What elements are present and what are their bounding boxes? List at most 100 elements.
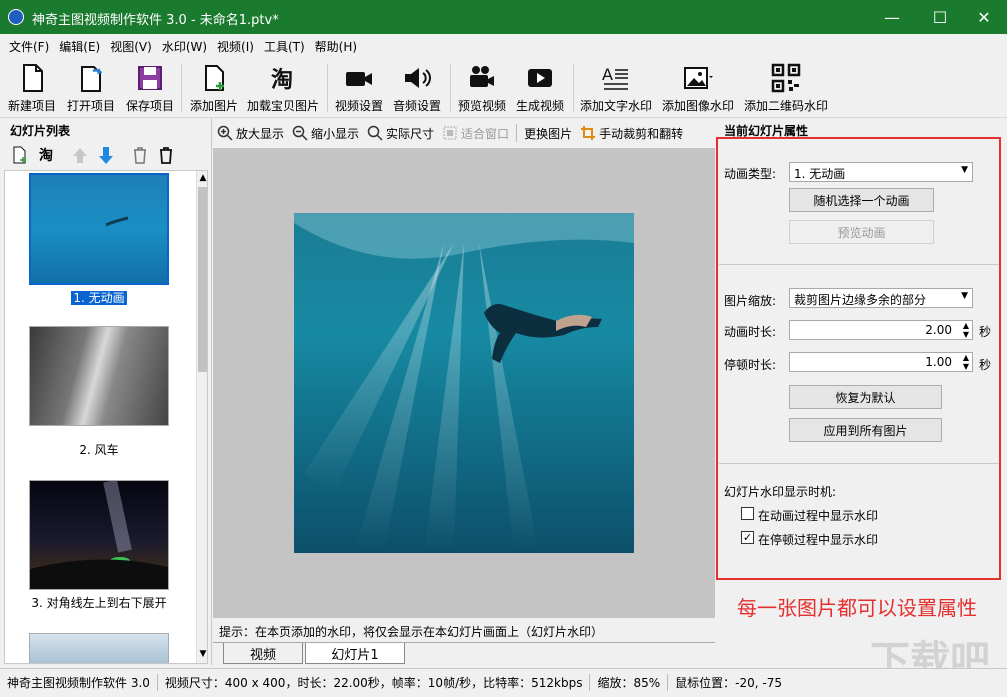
add-text-watermark-button[interactable]: A 添加文字水印: [580, 62, 652, 116]
preview-animation-button[interactable]: 预览动画: [789, 220, 934, 244]
status-bar: 神奇主图视频制作软件 3.0 视频尺寸：400 x 400，时长：22.00秒，…: [0, 668, 1007, 695]
add-slide-button[interactable]: [8, 144, 32, 166]
trash-all-icon: [160, 147, 172, 164]
taobao-add-button[interactable]: 淘: [34, 144, 58, 166]
menu-watermark[interactable]: 水印(W): [157, 38, 212, 55]
arrow-up-icon: [73, 148, 87, 163]
svg-text:淘: 淘: [271, 67, 293, 93]
watermark-timing-label: 幻灯片水印显示时机:: [724, 485, 837, 499]
window-title: 神奇主图视频制作软件 3.0 - 未命名1.ptv*: [32, 13, 279, 28]
scroll-thumb[interactable]: [198, 187, 207, 372]
delete-slide-button[interactable]: [128, 144, 152, 166]
reset-default-button[interactable]: 恢复为默认: [789, 385, 942, 409]
trash-icon: [134, 147, 146, 164]
show-during-pause-checkbox[interactable]: ✓: [741, 531, 754, 544]
random-animation-button[interactable]: 随机选择一个动画: [789, 188, 934, 212]
generate-video-button[interactable]: 生成视频: [516, 62, 564, 116]
toolbar-divider: [181, 64, 182, 112]
add-image-button[interactable]: 添加图片: [190, 62, 238, 116]
zoom-in-icon: [217, 125, 233, 141]
menu-file[interactable]: 文件(F): [4, 38, 54, 55]
slide-thumbnail-4[interactable]: [29, 633, 169, 663]
qr-code-icon: [771, 63, 801, 93]
new-file-icon: [23, 64, 43, 92]
tab-slide-1[interactable]: 幻灯片1: [305, 643, 405, 664]
toolbar-divider: [327, 64, 328, 112]
add-image-icon: [205, 65, 224, 91]
text-watermark-icon: A: [602, 65, 628, 90]
add-qr-watermark-button[interactable]: 添加二维码水印: [744, 62, 828, 116]
arrow-down-icon: [99, 147, 113, 164]
menu-tools[interactable]: 工具(T): [259, 38, 310, 55]
menu-video[interactable]: 视频(I): [212, 38, 259, 55]
preview-video-button[interactable]: 预览视频: [458, 62, 506, 116]
add-image-watermark-button[interactable]: 添加图像水印: [662, 62, 734, 116]
crop-icon: [581, 126, 596, 140]
apply-all-images-button[interactable]: 应用到所有图片: [789, 418, 942, 442]
chevron-down-icon: ▼: [961, 165, 968, 175]
slide-thumbnail-1[interactable]: [29, 173, 169, 285]
status-app-name: 神奇主图视频制作软件 3.0: [0, 673, 158, 691]
close-button[interactable]: ✕: [961, 0, 1007, 34]
delete-all-slides-button[interactable]: [154, 144, 178, 166]
image-scale-select[interactable]: 裁剪图片边缘多余的部分 ▼: [789, 288, 973, 308]
slide-list-scrollbar[interactable]: ▲ ▼: [196, 171, 207, 663]
load-taobao-images-button[interactable]: 淘 加载宝贝图片: [247, 62, 319, 116]
slide-caption-1: 1. 无动画: [71, 291, 127, 305]
slide-preview-image: [294, 213, 634, 553]
toolbar-divider: [516, 124, 518, 142]
section-divider: [719, 463, 999, 464]
menu-edit[interactable]: 编辑(E): [54, 38, 105, 55]
audio-settings-button[interactable]: 音频设置: [393, 62, 441, 116]
maximize-button[interactable]: ☐: [917, 0, 963, 34]
actual-size-button[interactable]: 实际尺寸: [363, 125, 438, 142]
animation-type-label: 动画类型:: [724, 167, 777, 181]
film-camera-icon: [470, 66, 494, 87]
preview-toolbar: 放大显示 缩小显示 实际尺寸 适合窗口 更换图片 手动裁剪和翻转: [213, 118, 715, 148]
toolbar-divider: [573, 64, 574, 112]
spinner-arrows-icon[interactable]: ▲ ▼: [963, 321, 969, 339]
add-file-icon: [13, 146, 26, 164]
fit-window-button[interactable]: 适合窗口: [438, 125, 513, 142]
open-file-icon: [81, 66, 103, 92]
chevron-down-icon: ▼: [961, 291, 968, 301]
zoom-out-button[interactable]: 缩小显示: [288, 125, 363, 142]
slide-thumbnail-2[interactable]: [29, 326, 169, 426]
new-project-button[interactable]: 新建项目: [8, 62, 56, 116]
video-settings-button[interactable]: 视频设置: [335, 62, 383, 116]
taobao-icon: 淘: [271, 67, 293, 93]
replace-image-button[interactable]: 更换图片: [520, 125, 576, 142]
move-up-button[interactable]: [68, 144, 92, 166]
toolbar-divider: [450, 64, 451, 112]
section-divider: [719, 264, 999, 265]
menu-view[interactable]: 视图(V): [105, 38, 157, 55]
pause-duration-input[interactable]: 1.00 ▲ ▼: [789, 352, 973, 372]
show-during-animation-checkbox[interactable]: [741, 507, 754, 520]
magnifier-icon: [367, 125, 383, 141]
zoom-in-button[interactable]: 放大显示: [213, 125, 288, 142]
zoom-out-icon: [292, 125, 308, 141]
move-down-button[interactable]: [94, 144, 118, 166]
animation-duration-input[interactable]: 2.00 ▲ ▼: [789, 320, 973, 340]
slide-list-panel: 幻灯片列表 淘 1. 无动画 2. 风车 3. 对角线左上到右下展开 ▲ ▼: [0, 118, 212, 665]
tab-video[interactable]: 视频: [223, 643, 303, 664]
slide-thumbnail-list[interactable]: 1. 无动画 2. 风车 3. 对角线左上到右下展开 ▲ ▼: [4, 170, 208, 664]
seconds-unit-label: 秒: [979, 358, 992, 372]
spinner-arrows-icon[interactable]: ▲ ▼: [963, 353, 969, 371]
slide-thumbnail-3[interactable]: [29, 479, 169, 590]
night-sky-thumbnail-image: [30, 479, 168, 589]
annotation-text: 每一张图片都可以设置属性: [737, 596, 977, 620]
animation-type-select[interactable]: 1. 无动画 ▼: [789, 162, 973, 182]
save-disk-icon: [138, 66, 162, 90]
slide-list-header: 幻灯片列表: [10, 124, 71, 138]
open-project-button[interactable]: 打开项目: [67, 62, 115, 116]
menu-help[interactable]: 帮助(H): [310, 38, 362, 55]
save-project-button[interactable]: 保存项目: [126, 62, 174, 116]
scroll-up-arrow[interactable]: ▲: [198, 173, 207, 183]
crop-flip-button[interactable]: 手动裁剪和翻转: [576, 125, 687, 142]
menu-bar: 文件(F) 编辑(E) 视图(V) 水印(W) 视频(I) 工具(T) 帮助(H…: [0, 34, 1007, 58]
minimize-button[interactable]: —: [869, 0, 915, 34]
underwater-thumbnail-image: [105, 216, 129, 227]
scroll-down-arrow[interactable]: ▼: [198, 649, 207, 659]
toolbar: 新建项目 打开项目 保存项目 添加图片 淘 加载宝贝图片 视频设置 音频设置 预…: [0, 58, 1007, 118]
